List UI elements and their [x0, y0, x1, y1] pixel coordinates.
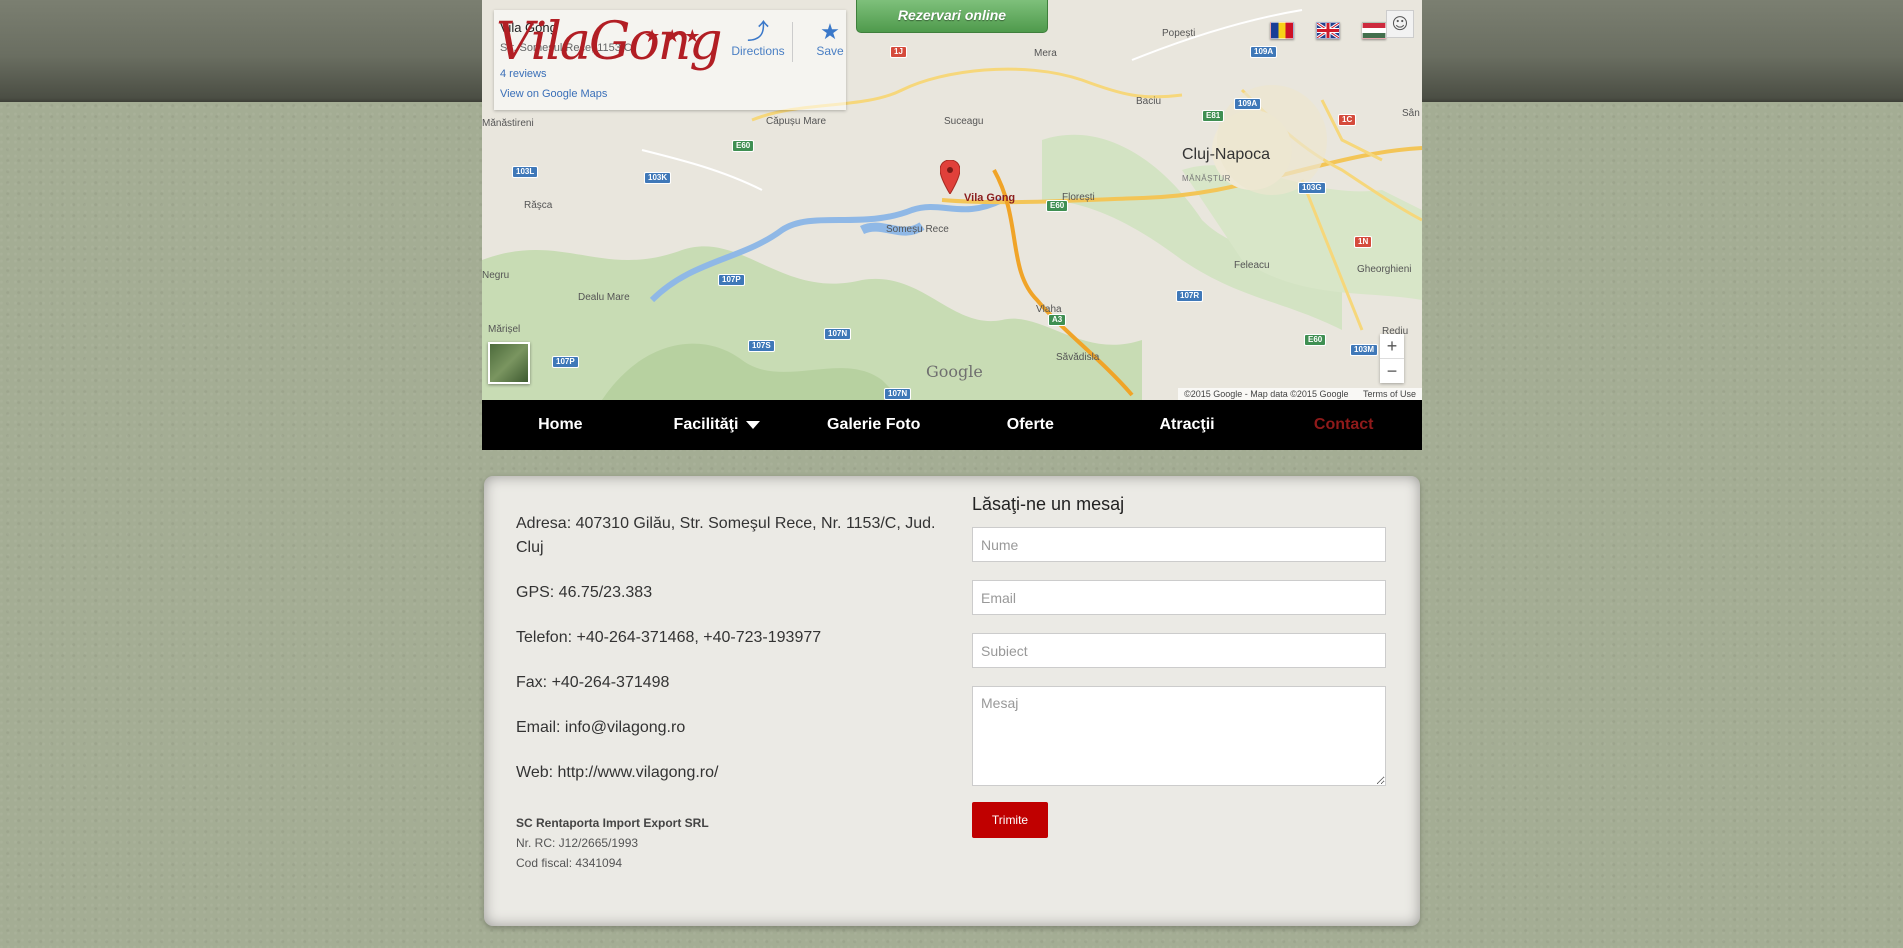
map-place-label: Mănăstireni — [482, 118, 534, 129]
contact-address: Adresa: 407310 Gilău, Str. Someşul Rece,… — [516, 515, 936, 556]
map-place-label: Suceagu — [944, 116, 984, 127]
map-place-label: Căpușu Mare — [766, 116, 827, 127]
map-place-label: Răşca — [524, 200, 553, 211]
contact-fax: Fax: +40-264-371498 — [516, 674, 670, 691]
map-place-label: Dealu Mare — [578, 292, 630, 303]
road-shield: 1N — [1354, 236, 1373, 248]
subject-input[interactable] — [972, 633, 1386, 668]
map-place-label: Popești — [1162, 28, 1196, 39]
map-place-label: Baciu — [1136, 96, 1162, 107]
directions-button[interactable]: ⤴ Directions — [728, 19, 788, 59]
map-place-label: Cluj-Napoca — [1182, 146, 1271, 163]
booking-online-button[interactable]: Rezervari online — [856, 0, 1048, 33]
name-input[interactable] — [972, 527, 1386, 562]
caret-down-icon — [746, 421, 761, 429]
road-shield: 1C — [1338, 114, 1357, 126]
road-shield: E60 — [1046, 200, 1069, 212]
map-place-label: Mărișel — [488, 324, 521, 335]
save-label: Save — [816, 44, 844, 58]
road-shield: 107N — [824, 328, 852, 340]
road-shield: 107P — [552, 356, 579, 368]
contact-gps: GPS: 46.75/23.383 — [516, 584, 653, 601]
contact-email: Email: info@vilagong.ro — [516, 719, 686, 736]
map-place-label: Gheorghieni — [1357, 264, 1412, 275]
nav-item-oferte[interactable]: Oferte — [952, 400, 1109, 450]
road-shield: 107P — [718, 274, 745, 286]
nav-label: Facilităţi — [673, 416, 739, 433]
road-shield: 1J — [890, 46, 907, 58]
company-details: SC Rentaporta Import Export SRL Nr. RC: … — [516, 813, 936, 873]
google-logo: Google — [926, 362, 983, 381]
satellite-view-toggle[interactable] — [488, 342, 530, 384]
map-place-label: Săvădisla — [1056, 352, 1100, 363]
nav-label: Galerie Foto — [827, 416, 921, 433]
nav-label: Oferte — [1006, 416, 1054, 433]
main-navigation: Home Facilităţi Galerie Foto Oferte Atra… — [482, 400, 1422, 450]
map-place-label: Mera — [1034, 48, 1057, 59]
road-shield: 109A — [1234, 98, 1262, 110]
zoom-out-button[interactable]: − — [1380, 358, 1404, 383]
directions-icon: ⤴ — [746, 19, 769, 44]
contact-panel: Adresa: 407310 Gilău, Str. Someşul Rece,… — [484, 476, 1420, 926]
romanian-flag-icon[interactable] — [1270, 22, 1294, 39]
map-place-label: MĂNĂȘTUR — [1182, 174, 1231, 183]
nav-label: Atracţii — [1159, 416, 1215, 433]
nav-item-facilitati[interactable]: Facilităţi — [639, 400, 796, 450]
submit-button[interactable]: Trimite — [972, 802, 1048, 838]
road-shield: A3 — [1048, 314, 1067, 326]
nav-label: Home — [538, 416, 583, 433]
road-shield: 103L — [512, 166, 539, 178]
company-name: SC Rentaporta Import Export SRL — [516, 816, 709, 830]
road-shield: 107N — [884, 388, 912, 400]
terms-of-use-link[interactable]: Terms of Use — [1363, 389, 1416, 399]
road-shield: 103K — [644, 172, 672, 184]
road-shield: 107R — [1176, 290, 1204, 302]
road-shield: 103M — [1350, 344, 1379, 356]
road-shield: E81 — [1202, 110, 1225, 122]
nav-label: Contact — [1313, 416, 1374, 433]
star-icon: ★ — [820, 19, 840, 44]
nav-item-contact[interactable]: Contact — [1265, 400, 1422, 450]
road-shield: E60 — [1304, 334, 1327, 346]
contact-phone: Telefon: +40-264-371468, +40-723-193977 — [516, 629, 822, 646]
contact-web: Web: http://www.vilagong.ro/ — [516, 764, 719, 781]
company-rc: Nr. RC: J12/2665/1993 — [516, 836, 639, 850]
logo-stars-icon: ★★★ — [644, 26, 705, 47]
google-map[interactable]: Popești Mera Baciu Sân Mănăstireni Căpuș… — [482, 0, 1422, 400]
infobox-divider — [792, 22, 793, 62]
map-place-label: Someșu Rece — [886, 224, 949, 235]
form-title: Lăsaţi-ne un mesaj — [972, 494, 1125, 514]
english-flag-icon[interactable] — [1316, 22, 1340, 39]
road-shield: 103G — [1298, 182, 1326, 194]
road-shield: 109A — [1250, 46, 1278, 58]
zoom-controls: + − — [1380, 334, 1404, 383]
map-attribution-text: ©2015 Google - Map data ©2015 Google — [1184, 389, 1349, 399]
map-marker-icon[interactable] — [940, 160, 960, 194]
vila-gong-logo[interactable]: VilaGong ★★★ — [496, 4, 723, 94]
company-cif: Cod fiscal: 4341094 — [516, 856, 623, 870]
pegman-icon[interactable]: ☺ — [1386, 10, 1414, 38]
road-shield: E60 — [732, 140, 755, 152]
contact-form: Lăsaţi-ne un mesaj Trimite — [972, 494, 1388, 838]
nav-item-galerie-foto[interactable]: Galerie Foto — [795, 400, 952, 450]
zoom-in-button[interactable]: + — [1380, 334, 1404, 358]
nav-item-atractii[interactable]: Atracţii — [1109, 400, 1266, 450]
email-input[interactable] — [972, 580, 1386, 615]
road-shield: 107S — [748, 340, 775, 352]
map-place-label: Feleacu — [1234, 260, 1270, 271]
nav-item-home[interactable]: Home — [482, 400, 639, 450]
directions-label: Directions — [731, 44, 785, 58]
message-textarea[interactable] — [972, 686, 1386, 786]
save-button[interactable]: ★ Save — [800, 19, 860, 59]
map-attribution: ©2015 Google - Map data ©2015 Google Ter… — [1178, 388, 1422, 400]
map-place-label: Sân — [1402, 108, 1420, 119]
map-place-label: Negru — [482, 270, 510, 281]
hungarian-flag-icon[interactable] — [1362, 22, 1386, 39]
map-marker-label: Vila Gong — [964, 192, 1016, 204]
contact-info: Adresa: 407310 Gilău, Str. Someşul Rece,… — [516, 512, 936, 873]
